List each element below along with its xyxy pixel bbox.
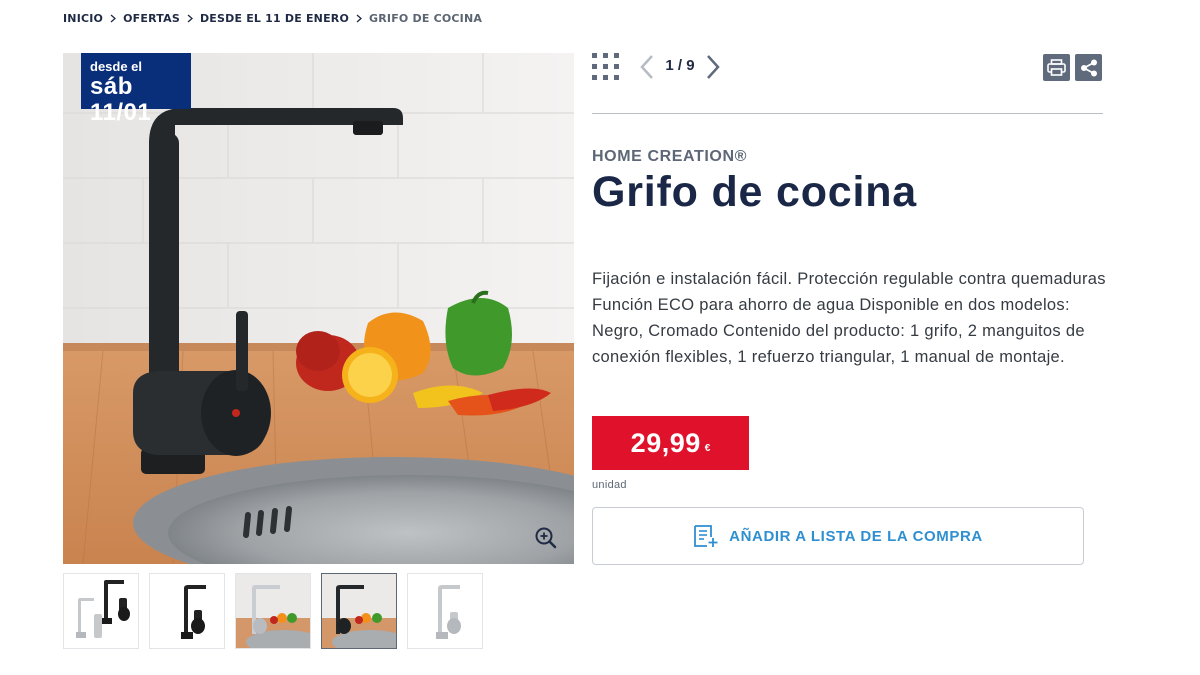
share-button[interactable] (1075, 54, 1102, 81)
product-brand: HOME CREATION® (592, 148, 748, 165)
price-value: 29,99 (630, 427, 701, 458)
availability-badge: desde el sáb 11/01 (81, 53, 191, 126)
thumb-black-kitchen[interactable] (321, 573, 397, 649)
chevron-left-icon[interactable] (638, 54, 656, 80)
product-title: Grifo de cocina (592, 168, 918, 216)
breadcrumb: INICIO OFERTAS DESDE EL 11 DE ENERO GRIF… (63, 12, 482, 25)
faucet-photo (63, 53, 574, 564)
thumb-black-faucet[interactable] (149, 573, 225, 649)
image-counter: 1 / 9 (665, 57, 695, 74)
thumb-black-chrome-pair[interactable] (63, 573, 139, 649)
add-to-list-label: AÑADIR A LISTA DE LA COMPRA (729, 527, 983, 545)
divider (592, 113, 1103, 114)
thumbnail-strip (63, 573, 483, 649)
badge-date: sáb 11/01 (90, 73, 152, 126)
zoom-in-icon[interactable] (533, 525, 559, 551)
breadcrumb-current: GRIFO DE COCINA (369, 12, 483, 25)
thumb-chrome-faucet[interactable] (407, 573, 483, 649)
chevron-right-icon[interactable] (704, 54, 722, 80)
shopping-list-add-icon (694, 525, 718, 547)
breadcrumb-desde-el-11-de-enero[interactable]: DESDE EL 11 DE ENERO (200, 12, 349, 25)
thumb-chrome-kitchen[interactable] (235, 573, 311, 649)
price-badge: 29,99 € (592, 416, 749, 470)
price-currency: € (704, 442, 711, 454)
breadcrumb-ofertas[interactable]: OFERTAS (123, 12, 180, 25)
product-description: Fijación e instalación fácil. Protección… (592, 270, 1106, 366)
share-icon (1080, 59, 1097, 76)
breadcrumb-inicio[interactable]: INICIO (63, 12, 103, 25)
badge-line1: desde el (90, 59, 143, 74)
chevron-right-icon (356, 14, 363, 23)
add-to-shopping-list-button[interactable]: AÑADIR A LISTA DE LA COMPRA (592, 507, 1084, 565)
print-button[interactable] (1043, 54, 1070, 81)
chevron-right-icon (110, 14, 117, 23)
grid-icon[interactable] (592, 53, 619, 80)
chevron-right-icon (187, 14, 193, 23)
main-product-image[interactable]: desde el sáb 11/01 (63, 53, 574, 564)
price-unit: unidad (592, 479, 627, 491)
print-icon (1047, 59, 1066, 76)
